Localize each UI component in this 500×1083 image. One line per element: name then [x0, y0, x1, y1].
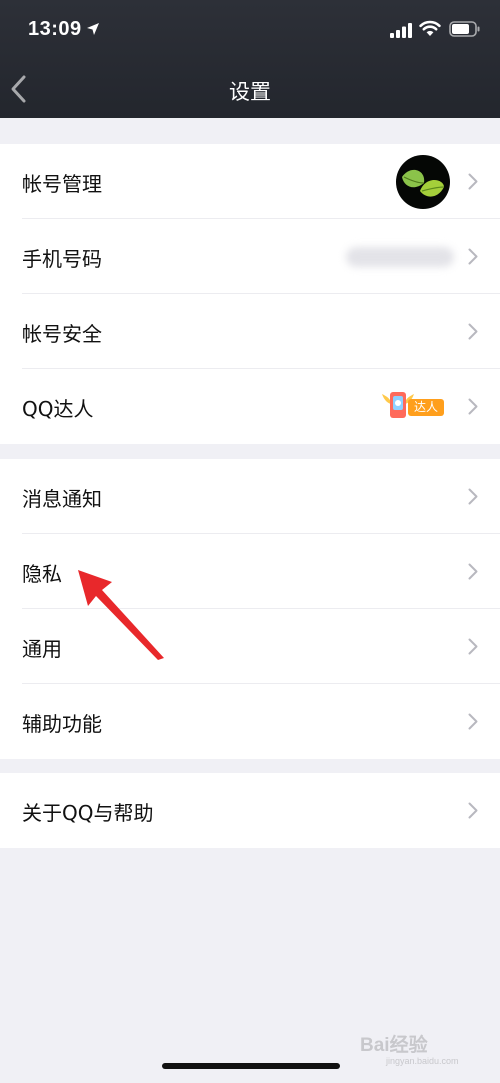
- chevron-right-icon: [468, 638, 478, 655]
- avatar: [396, 155, 450, 209]
- settings-item-label: 辅助功能: [22, 712, 102, 736]
- daren-badge: 达人: [380, 386, 446, 426]
- chevron-right-icon: [468, 713, 478, 730]
- settings-item-phone-number[interactable]: 手机号码: [0, 219, 500, 294]
- location-arrow-icon: [87, 23, 99, 35]
- settings-item-label: 帐号管理: [22, 172, 102, 196]
- status-time: 13:09: [28, 18, 82, 40]
- chevron-right-icon: [468, 323, 478, 340]
- settings-item-label: QQ达人: [22, 397, 94, 421]
- settings-item-label: 通用: [22, 637, 62, 661]
- settings-item-about-help[interactable]: 关于QQ与帮助: [0, 773, 500, 848]
- home-indicator[interactable]: [162, 1063, 340, 1069]
- settings-item-label: 关于QQ与帮助: [22, 801, 154, 825]
- chevron-right-icon: [468, 248, 478, 265]
- status-bar: 13:09: [0, 0, 500, 62]
- settings-item-account-security[interactable]: 帐号安全: [0, 294, 500, 369]
- chevron-right-icon: [468, 398, 478, 415]
- watermark: Bai经验: [360, 1035, 428, 1056]
- settings-item-label: 隐私: [22, 562, 62, 586]
- chevron-right-icon: [468, 173, 478, 190]
- chevron-right-icon: [468, 563, 478, 580]
- settings-group-about: 关于QQ与帮助: [0, 773, 500, 848]
- daren-tag: 达人: [408, 399, 444, 416]
- battery-icon: [449, 21, 480, 37]
- wifi-icon: [419, 20, 441, 36]
- header: 13:09 设置: [0, 0, 500, 118]
- chevron-right-icon: [468, 802, 478, 819]
- settings-item-accessibility[interactable]: 辅助功能: [0, 684, 500, 759]
- settings-item-notifications[interactable]: 消息通知: [0, 459, 500, 534]
- settings-item-account-management[interactable]: 帐号管理: [0, 144, 500, 219]
- red-arrow-annotation-icon: [78, 570, 164, 660]
- settings-item-label: 手机号码: [22, 247, 102, 271]
- settings-item-label: 消息通知: [22, 487, 102, 511]
- phone-number-masked: [346, 247, 454, 267]
- signal-icon: [390, 23, 412, 38]
- settings-item-qq-daren[interactable]: QQ达人 达人: [0, 369, 500, 444]
- nav-bar: 设置: [0, 62, 500, 118]
- page-title: 设置: [229, 80, 271, 104]
- watermark-url: jingyan.baidu.com: [386, 1056, 459, 1066]
- chevron-right-icon: [468, 488, 478, 505]
- avatar-leaf-icon: [402, 169, 445, 197]
- settings-group-account: 帐号管理 手机号码 帐号安全 QQ达人 达人: [0, 144, 500, 444]
- settings-item-label: 帐号安全: [22, 322, 102, 346]
